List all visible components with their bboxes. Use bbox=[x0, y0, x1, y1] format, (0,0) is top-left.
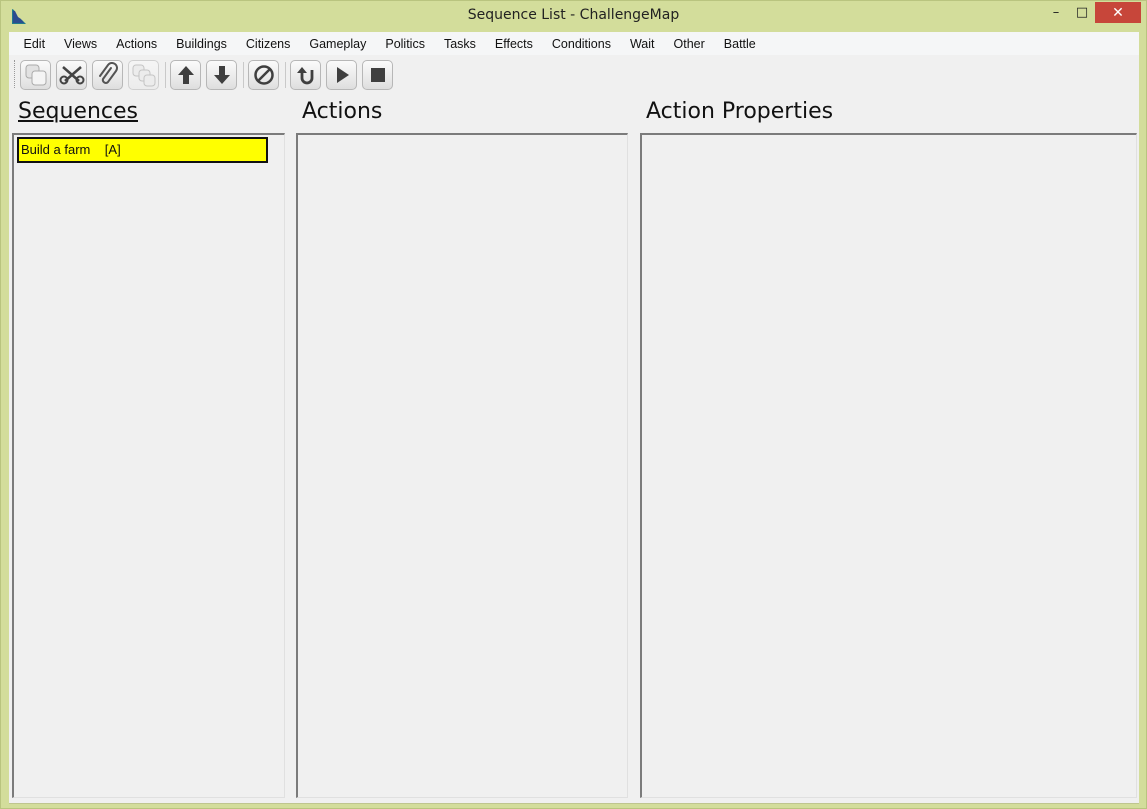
menu-gameplay[interactable]: Gameplay bbox=[300, 37, 376, 51]
action-properties-title: Action Properties bbox=[646, 99, 834, 124]
actions-list[interactable] bbox=[296, 133, 628, 798]
toolbar-separator bbox=[285, 62, 286, 88]
move-up-button[interactable] bbox=[170, 60, 201, 90]
undo-button[interactable] bbox=[290, 60, 321, 90]
content-area: Sequences Actions Action Properties Buil… bbox=[9, 95, 1139, 803]
paste-button[interactable] bbox=[92, 60, 123, 90]
cut-button[interactable] bbox=[56, 60, 87, 90]
menu-conditions[interactable]: Conditions bbox=[542, 37, 620, 51]
undo-icon bbox=[296, 67, 313, 85]
cut-icon bbox=[59, 66, 84, 85]
play-button[interactable] bbox=[326, 60, 357, 90]
toolbar-separator bbox=[243, 62, 244, 88]
disable-button[interactable] bbox=[248, 60, 279, 90]
close-button[interactable]: ✕ bbox=[1095, 2, 1141, 23]
menu-other[interactable]: Other bbox=[664, 37, 714, 51]
menu-edit[interactable]: Edit bbox=[14, 37, 55, 51]
sequences-list[interactable]: Build a farm [A] bbox=[12, 133, 285, 798]
toolbar bbox=[9, 55, 1139, 95]
menu-views[interactable]: Views bbox=[55, 37, 107, 51]
play-icon bbox=[336, 67, 349, 83]
actions-title: Actions bbox=[302, 99, 383, 124]
menu-tasks[interactable]: Tasks bbox=[434, 37, 485, 51]
window-bottom-edge bbox=[9, 803, 1139, 804]
arrow-down-icon bbox=[213, 66, 230, 84]
move-down-button[interactable] bbox=[206, 60, 237, 90]
title-bar[interactable]: Sequence List - ChallengeMap – □ ✕ bbox=[1, 1, 1146, 31]
menu-effects[interactable]: Effects bbox=[485, 37, 542, 51]
menu-actions[interactable]: Actions bbox=[107, 37, 167, 51]
menu-politics[interactable]: Politics bbox=[376, 37, 435, 51]
toolbar-separator bbox=[165, 62, 166, 88]
copy-icon bbox=[25, 64, 46, 86]
menu-bar: Edit Views Actions Buildings Citizens Ga… bbox=[9, 32, 1139, 55]
stop-icon bbox=[370, 68, 385, 82]
app-window: Sequence List - ChallengeMap – □ ✕ Edit … bbox=[0, 0, 1147, 809]
menu-buildings[interactable]: Buildings bbox=[167, 37, 237, 51]
window-title: Sequence List - ChallengeMap bbox=[467, 7, 680, 23]
sequence-item[interactable]: Build a farm [A] bbox=[17, 137, 268, 163]
copy-button[interactable] bbox=[20, 60, 51, 90]
duplicate-icon bbox=[132, 64, 155, 87]
menu-wait[interactable]: Wait bbox=[620, 37, 664, 51]
action-properties-panel[interactable] bbox=[640, 133, 1137, 798]
menu-citizens[interactable]: Citizens bbox=[236, 37, 299, 51]
duplicate-button[interactable] bbox=[128, 60, 159, 90]
minimize-button[interactable]: – bbox=[1043, 2, 1069, 23]
disable-icon bbox=[253, 65, 274, 85]
menu-battle[interactable]: Battle bbox=[714, 37, 765, 51]
toolbar-grip[interactable] bbox=[14, 60, 17, 88]
maximize-button[interactable]: □ bbox=[1069, 2, 1095, 23]
stop-button[interactable] bbox=[362, 60, 393, 90]
arrow-up-icon bbox=[177, 66, 194, 84]
paste-icon bbox=[98, 62, 118, 84]
sequences-title[interactable]: Sequences bbox=[18, 99, 138, 124]
